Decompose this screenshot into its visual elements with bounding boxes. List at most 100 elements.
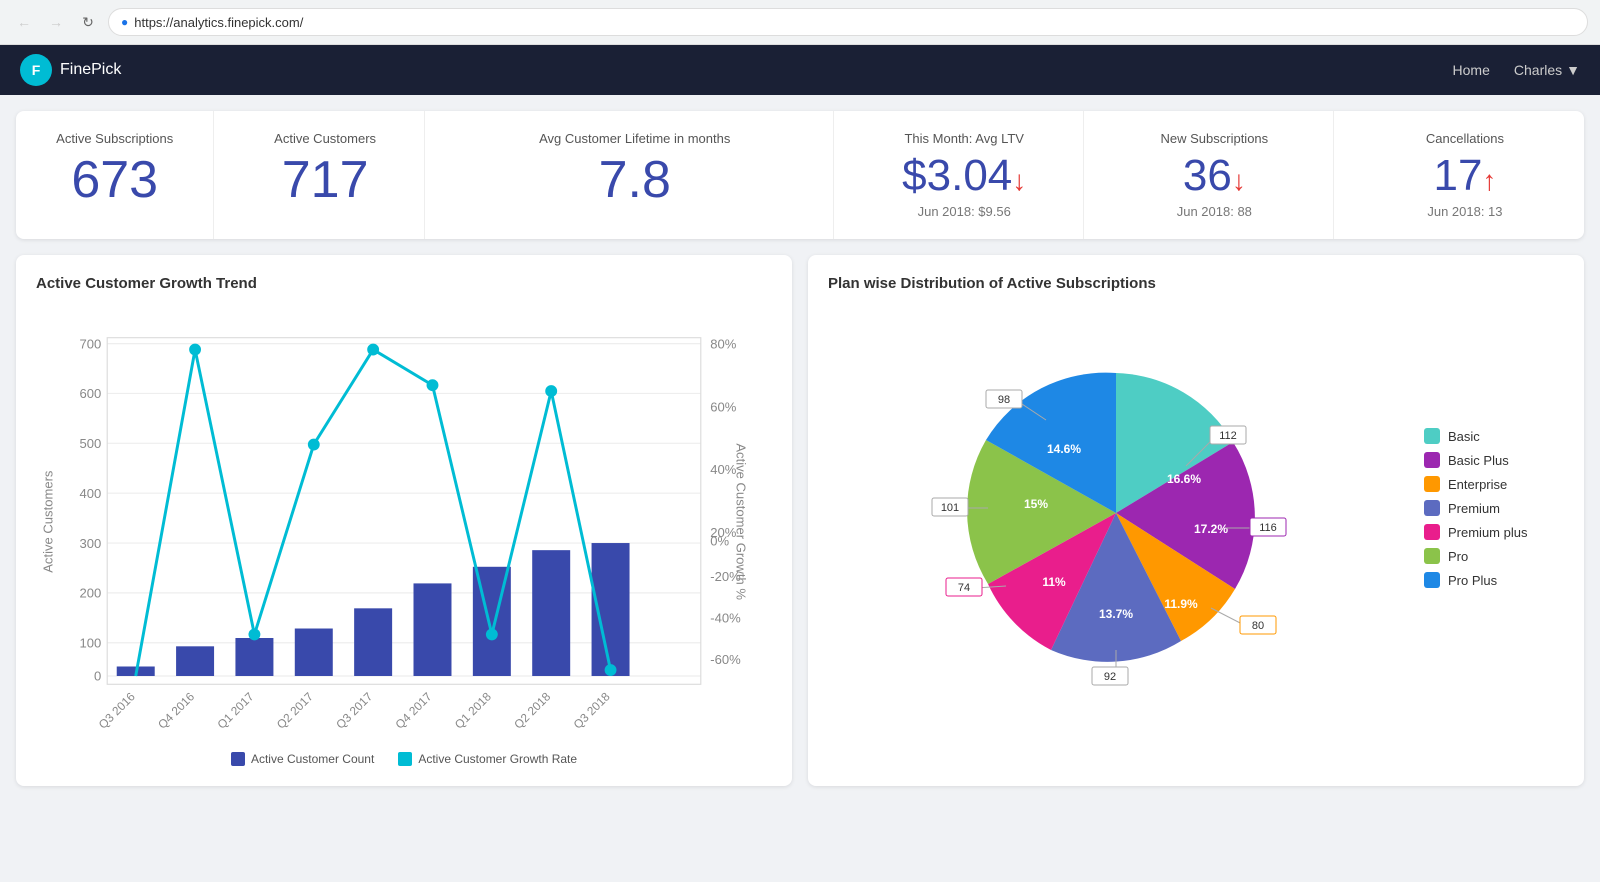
pie-legend-basicplus: Basic Plus	[1424, 452, 1564, 468]
stat-sub-new-subs: Jun 2018: 88	[1120, 204, 1309, 219]
bar-chart-card: Active Customer Growth Trend 700 600 500	[16, 255, 792, 786]
legend-count: Active Customer Count	[231, 752, 374, 766]
svg-text:Q4 2016: Q4 2016	[155, 689, 197, 731]
pie-legend-enterprise: Enterprise	[1424, 476, 1564, 492]
stat-active-customers: Active Customers 717	[226, 111, 424, 239]
stat-value-subscriptions: 673	[40, 154, 189, 206]
bar-q4-2016	[176, 646, 214, 676]
stat-label-customers: Active Customers	[250, 131, 399, 146]
stat-label-ltv: This Month: Avg LTV	[870, 131, 1059, 146]
pie-color-proplus	[1424, 572, 1440, 588]
svg-text:11.9%: 11.9%	[1164, 597, 1198, 611]
svg-text:92: 92	[1104, 671, 1116, 683]
svg-text:112: 112	[1219, 430, 1237, 442]
pie-svg-container: 16.6% 17.2% 11.9% 13.7% 11% 15% 14.6% 11…	[828, 318, 1404, 698]
nav-links: Home Charles ▼	[1453, 62, 1580, 78]
pie-legend-basic: Basic	[1424, 428, 1564, 444]
point-q1-2017	[248, 629, 260, 641]
address-bar[interactable]: ● https://analytics.finepick.com/	[108, 8, 1588, 36]
pie-color-enterprise	[1424, 476, 1440, 492]
point-q3-2017	[367, 344, 379, 356]
brand-name: FinePick	[60, 61, 121, 79]
bar-q1-2017	[235, 638, 273, 676]
stat-cancellations: Cancellations 17↑ Jun 2018: 13	[1346, 111, 1584, 239]
svg-text:0%: 0%	[710, 533, 729, 548]
svg-text:100: 100	[80, 636, 102, 651]
arrow-up-cancellations: ↑	[1482, 165, 1496, 196]
bar-chart-title: Active Customer Growth Trend	[36, 275, 772, 292]
svg-text:80: 80	[1252, 620, 1264, 632]
stat-value-customers: 717	[250, 154, 399, 206]
svg-text:Q4 2017: Q4 2017	[393, 690, 435, 732]
pie-chart-title: Plan wise Distribution of Active Subscri…	[828, 275, 1564, 292]
pie-legend-proplus: Pro Plus	[1424, 572, 1564, 588]
forward-button[interactable]: →	[44, 10, 68, 34]
point-q4-2016	[189, 344, 201, 356]
svg-text:74: 74	[958, 582, 970, 594]
svg-text:400: 400	[80, 486, 102, 501]
charts-row: Active Customer Growth Trend 700 600 500	[16, 255, 1584, 786]
pie-chart-card: Plan wise Distribution of Active Subscri…	[808, 255, 1584, 786]
svg-text:14.6%: 14.6%	[1047, 442, 1081, 456]
main-content: Active Subscriptions 673 Active Customer…	[0, 95, 1600, 802]
stat-value-lifetime: 7.8	[461, 154, 809, 206]
svg-text:Q3 2016: Q3 2016	[96, 689, 138, 731]
logo-icon: F	[20, 54, 52, 86]
svg-text:80%: 80%	[710, 336, 737, 351]
svg-text:Active Customers: Active Customers	[41, 470, 56, 573]
stat-label-cancellations: Cancellations	[1370, 131, 1560, 146]
svg-text:Q1 2017: Q1 2017	[214, 690, 256, 732]
point-q3-2018	[605, 664, 617, 676]
stat-avg-lifetime: Avg Customer Lifetime in months 7.8	[437, 111, 834, 239]
stat-active-subscriptions: Active Subscriptions 673	[16, 111, 214, 239]
svg-text:600: 600	[80, 386, 102, 401]
point-q2-2017	[308, 439, 320, 451]
refresh-button[interactable]: ↻	[76, 10, 100, 34]
pie-legend-premium: Premium	[1424, 500, 1564, 516]
svg-text:116: 116	[1259, 522, 1277, 534]
back-button[interactable]: ←	[12, 10, 36, 34]
stat-label-lifetime: Avg Customer Lifetime in months	[461, 131, 809, 146]
svg-text:Q3 2017: Q3 2017	[333, 690, 375, 732]
svg-text:300: 300	[80, 536, 102, 551]
pie-chart-svg: 16.6% 17.2% 11.9% 13.7% 11% 15% 14.6% 11…	[906, 318, 1326, 698]
svg-text:500: 500	[80, 436, 102, 451]
bar-chart-svg: 700 600 500 400 300 200 100 0 80% 60% 40…	[36, 308, 772, 735]
svg-text:-40%: -40%	[710, 611, 741, 626]
bar-chart-legend: Active Customer Count Active Customer Gr…	[36, 752, 772, 766]
pie-color-premiumplus	[1424, 524, 1440, 540]
legend-rate: Active Customer Growth Rate	[398, 752, 577, 766]
svg-text:16.6%: 16.6%	[1167, 472, 1201, 486]
stat-avg-ltv: This Month: Avg LTV $3.04↓ Jun 2018: $9.…	[846, 111, 1084, 239]
arrow-down-ltv: ↓	[1012, 165, 1026, 196]
bar-q3-2017	[354, 608, 392, 676]
logo-area: F FinePick	[20, 54, 1453, 86]
stat-sub-ltv: Jun 2018: $9.56	[870, 204, 1059, 219]
stat-value-cancellations: 17↑	[1370, 154, 1560, 198]
svg-text:200: 200	[80, 586, 102, 601]
svg-text:Q2 2018: Q2 2018	[511, 689, 553, 731]
svg-text:15%: 15%	[1024, 497, 1048, 511]
point-q2-2018	[545, 385, 557, 397]
pie-color-basic	[1424, 428, 1440, 444]
svg-text:Active Customer Growth %: Active Customer Growth %	[733, 443, 748, 600]
bar-q4-2017	[413, 583, 451, 676]
svg-text:700: 700	[80, 336, 102, 351]
secure-icon: ●	[121, 15, 128, 29]
pie-legend: Basic Basic Plus Enterprise Premium	[1424, 428, 1564, 588]
home-nav-link[interactable]: Home	[1453, 62, 1490, 78]
svg-text:Q1 2018: Q1 2018	[452, 689, 494, 731]
pie-color-basicplus	[1424, 452, 1440, 468]
stat-sub-cancellations: Jun 2018: 13	[1370, 204, 1560, 219]
bar-chart-container: 700 600 500 400 300 200 100 0 80% 60% 40…	[36, 308, 772, 740]
svg-text:98: 98	[998, 394, 1010, 406]
svg-text:11%: 11%	[1042, 575, 1066, 589]
point-q1-2018	[486, 629, 498, 641]
user-menu[interactable]: Charles ▼	[1514, 62, 1580, 78]
stats-row: Active Subscriptions 673 Active Customer…	[16, 111, 1584, 239]
pie-color-pro	[1424, 548, 1440, 564]
top-nav: F FinePick Home Charles ▼	[0, 45, 1600, 95]
pie-legend-pro: Pro	[1424, 548, 1564, 564]
pie-color-premium	[1424, 500, 1440, 516]
svg-text:60%: 60%	[710, 399, 737, 414]
